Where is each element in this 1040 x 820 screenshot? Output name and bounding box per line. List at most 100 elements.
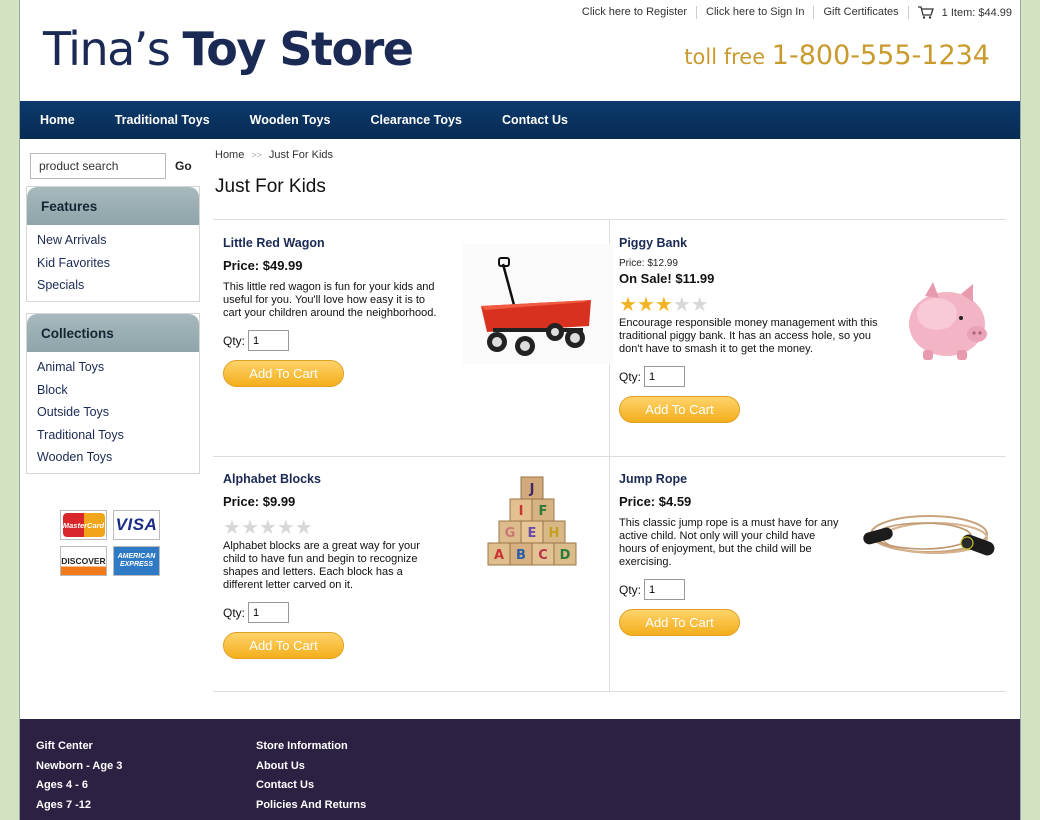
search-go-button[interactable]: Go [175, 159, 192, 173]
block-letter: G [505, 526, 516, 541]
logo-light-text: Tina’s [43, 22, 183, 76]
footer-heading-gift-center[interactable]: Gift Center [36, 737, 122, 757]
footer-link-ages-7-12[interactable]: Ages 7 -12 [36, 796, 122, 816]
register-link[interactable]: Click here to Register [573, 6, 698, 19]
qty-label: Qty: [619, 369, 642, 384]
qty-input[interactable] [644, 366, 686, 387]
breadcrumb-home[interactable]: Home [215, 149, 244, 161]
features-item-specials[interactable]: Specials [37, 274, 199, 297]
qty-label: Qty: [619, 582, 642, 597]
product-description: This little red wagon is fun for your ki… [223, 281, 437, 319]
mastercard-logo: MasterCard [60, 510, 107, 540]
breadcrumb: Home >> Just For Kids [215, 149, 333, 161]
block-letter: C [538, 548, 548, 563]
collections-box: Collections Animal Toys Block Outside To… [26, 313, 200, 474]
star-icon-filled: ★ [654, 294, 673, 316]
footer-heading-store-information[interactable]: Store Information [256, 737, 366, 757]
star-icon-empty: ★ [240, 517, 259, 539]
wagon-image[interactable] [463, 244, 613, 364]
product-description: This classic jump rope is a must have fo… [619, 517, 839, 568]
jump-rope-image[interactable] [857, 486, 1003, 586]
footer-column-gift-center: Gift Center Newborn - Age 3 Ages 4 - 6 A… [36, 737, 122, 815]
product-card-jump-rope: Jump Rope Price: $4.59 This classic jump… [619, 472, 999, 636]
block-letter: B [516, 548, 526, 563]
payment-cards: MasterCard VISA DISCOVER AMERICAN EXPRES… [60, 510, 164, 576]
collections-item-animal-toys[interactable]: Animal Toys [37, 356, 199, 379]
qty-input[interactable] [248, 330, 290, 351]
add-to-cart-button[interactable]: Add To Cart [619, 609, 740, 636]
footer-link-about-us[interactable]: About Us [256, 757, 366, 777]
piggy-bank-image[interactable] [889, 266, 999, 376]
product-card-piggy-bank: Piggy Bank Price: $12.99 On Sale! $11.99… [619, 236, 999, 423]
cart-text: 1 Item: $44.99 [941, 6, 1012, 19]
alphabet-blocks-image[interactable]: J I F G E H A B C D [465, 472, 601, 572]
collections-item-block[interactable]: Block [37, 379, 199, 402]
block-letter: A [494, 548, 504, 563]
nav-wooden-toys[interactable]: Wooden Toys [250, 113, 331, 127]
footer-link-contact-us[interactable]: Contact Us [256, 776, 366, 796]
gift-certificates-link[interactable]: Gift Certificates [814, 6, 909, 19]
logo-bold-text: Toy Store [182, 22, 414, 76]
product-description: Encourage responsible money management w… [619, 317, 878, 355]
mastercard-text: MasterCard [62, 513, 105, 537]
features-item-new-arrivals[interactable]: New Arrivals [37, 229, 199, 252]
qty-input[interactable] [248, 602, 290, 623]
toll-free-number: 1-800-555-1234 [771, 40, 990, 71]
collections-item-outside-toys[interactable]: Outside Toys [37, 401, 199, 424]
product-grid: Little Red Wagon Price: $49.99 This litt… [213, 219, 1006, 692]
block-letter: I [519, 504, 524, 519]
star-icon-empty: ★ [258, 517, 277, 539]
breadcrumb-separator-icon: >> [251, 150, 262, 160]
block-letter: E [528, 526, 537, 541]
product-description: Alphabet blocks are a great way for your… [223, 540, 420, 591]
block-letter: H [549, 526, 560, 541]
product-card-alphabet-blocks: Alphabet Blocks Price: $9.99 ★★★★★ Alpha… [223, 472, 603, 659]
top-links: Click here to Register Click here to Sig… [573, 6, 1012, 19]
add-to-cart-button[interactable]: Add To Cart [223, 632, 344, 659]
toll-free-label: toll free [684, 45, 772, 69]
star-icon-empty: ★ [294, 517, 313, 539]
header: Click here to Register Click here to Sig… [20, 0, 1020, 101]
nav-home[interactable]: Home [40, 113, 75, 127]
toll-free-phone: toll free 1-800-555-1234 [684, 40, 990, 71]
star-icon-empty: ★ [690, 294, 709, 316]
visa-logo: VISA [113, 510, 160, 540]
breadcrumb-current: Just For Kids [268, 149, 334, 161]
collections-item-traditional-toys[interactable]: Traditional Toys [37, 424, 199, 447]
star-icon-filled: ★ [619, 294, 637, 316]
qty-row: Qty: [223, 602, 603, 623]
nav-contact-us[interactable]: Contact Us [502, 113, 568, 127]
block-letter: D [560, 548, 571, 563]
nav-clearance-toys[interactable]: Clearance Toys [370, 113, 461, 127]
features-box: Features New Arrivals Kid Favorites Spec… [26, 186, 200, 302]
qty-label: Qty: [223, 333, 246, 348]
sign-in-link[interactable]: Click here to Sign In [697, 6, 815, 19]
nav-traditional-toys[interactable]: Traditional Toys [115, 113, 210, 127]
grid-divider-horizontal [213, 456, 1006, 457]
page: Click here to Register Click here to Sig… [19, 0, 1021, 820]
main-nav: Home Traditional Toys Wooden Toys Cleara… [20, 101, 1020, 139]
product-name[interactable]: Piggy Bank [619, 236, 999, 250]
footer-link-policies[interactable]: Policies And Returns [256, 796, 366, 816]
collections-item-wooden-toys[interactable]: Wooden Toys [37, 446, 199, 469]
cart-summary[interactable]: 1 Item: $44.99 [909, 6, 1012, 19]
search-input[interactable]: product search [30, 153, 166, 179]
discover-logo: DISCOVER [60, 546, 107, 576]
footer-column-store-info: Store Information About Us Contact Us Po… [256, 737, 366, 815]
features-heading: Features [27, 187, 199, 225]
add-to-cart-button[interactable]: Add To Cart [223, 360, 344, 387]
block-letter: F [539, 504, 548, 519]
add-to-cart-button[interactable]: Add To Cart [619, 396, 740, 423]
cart-icon [917, 6, 934, 19]
page-title: Just For Kids [215, 176, 326, 197]
store-logo[interactable]: Tina’s Toy Store [43, 22, 414, 76]
star-icon-empty: ★ [223, 517, 241, 539]
footer-link-newborn[interactable]: Newborn - Age 3 [36, 757, 122, 777]
features-item-kid-favorites[interactable]: Kid Favorites [37, 252, 199, 275]
qty-input[interactable] [644, 579, 686, 600]
footer-link-ages-4-6[interactable]: Ages 4 - 6 [36, 776, 122, 796]
star-icon-empty: ★ [276, 517, 295, 539]
qty-label: Qty: [223, 605, 246, 620]
product-name[interactable]: Jump Rope [619, 472, 999, 486]
footer: Gift Center Newborn - Age 3 Ages 4 - 6 A… [20, 719, 1020, 820]
